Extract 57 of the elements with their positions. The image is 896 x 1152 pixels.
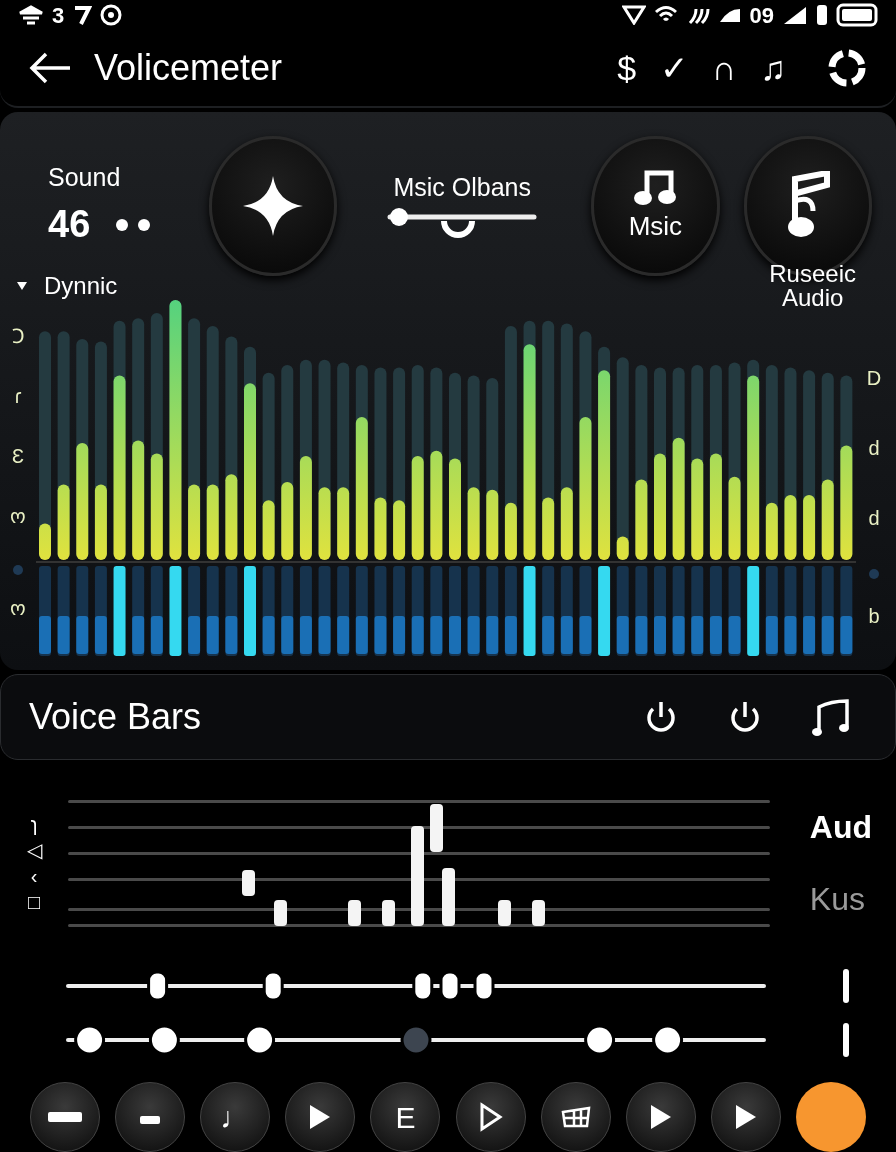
- music-button[interactable]: Msic: [591, 136, 720, 276]
- axis-label: Ɛ: [11, 446, 25, 466]
- minus-icon: [48, 1112, 82, 1122]
- legend-label[interactable]: Kus: [809, 875, 872, 923]
- glyph-button[interactable]: E: [370, 1082, 441, 1152]
- slider-thumb[interactable]: [148, 1024, 180, 1056]
- signal-icon: [18, 5, 44, 25]
- battery-icon: [836, 3, 878, 27]
- signal-bar-icon: [816, 4, 828, 26]
- axis-label: ɿ: [30, 814, 38, 834]
- tick-icon: [842, 969, 850, 1003]
- status-text: 09: [749, 1, 774, 30]
- music-notes-icon: [811, 697, 851, 737]
- dot-icon: [12, 564, 24, 576]
- axis-label: d: [868, 508, 880, 528]
- axis-label: ◁: [26, 840, 42, 860]
- dot-icon: [868, 568, 880, 580]
- slider-thumb[interactable]: [244, 1024, 276, 1056]
- axis-label: d: [868, 438, 880, 458]
- axis-label: ო: [10, 598, 26, 618]
- back-button[interactable]: [28, 51, 72, 85]
- slider-thumb[interactable]: [584, 1024, 616, 1056]
- slider-thumb[interactable]: [652, 1024, 684, 1056]
- section-title: Voice Bars: [29, 695, 202, 739]
- axis-label: ɾ: [14, 386, 22, 406]
- audio-label: Ruseeic Audio: [769, 262, 857, 310]
- refresh-button[interactable]: [826, 47, 868, 89]
- axis-label: D: [866, 368, 882, 388]
- app-title: Volicemeter: [94, 46, 284, 90]
- tick-icon: [842, 1023, 850, 1057]
- sound-value: 46: [48, 202, 91, 248]
- slider-thumb[interactable]: [74, 1024, 106, 1056]
- axis-label: ‹: [30, 866, 38, 886]
- play-icon: [733, 1103, 758, 1131]
- toolbar-button[interactable]: ♫: [760, 51, 786, 85]
- alarm-icon: [100, 4, 123, 26]
- cellular-icon: [717, 7, 742, 23]
- play-icon: [648, 1103, 673, 1131]
- back-arrow-icon: [28, 51, 72, 85]
- music-label: Msic Olbans: [393, 172, 531, 204]
- refresh-icon: [826, 47, 868, 89]
- axis-label: b: [868, 606, 880, 626]
- music-note-button[interactable]: [811, 697, 851, 737]
- glyph-button[interactable]: ♩: [200, 1082, 271, 1152]
- axis-label: □: [27, 892, 41, 912]
- legend-label[interactable]: Aud: [809, 803, 872, 851]
- axis-label: Ↄ: [11, 326, 25, 346]
- sound-label: Sound: [48, 161, 122, 193]
- dynamic-toggle[interactable]: Dynnic: [16, 268, 118, 304]
- play-icon: [478, 1102, 503, 1132]
- cellular-icon: [782, 5, 808, 25]
- axis-label: ო: [10, 506, 26, 526]
- toolbar-button[interactable]: ✓: [660, 51, 689, 85]
- toolbar-button[interactable]: $: [617, 51, 637, 85]
- status-text: 3: [52, 1, 65, 30]
- window-icon: [559, 1105, 592, 1129]
- toolbar-button[interactable]: ∩: [712, 51, 737, 85]
